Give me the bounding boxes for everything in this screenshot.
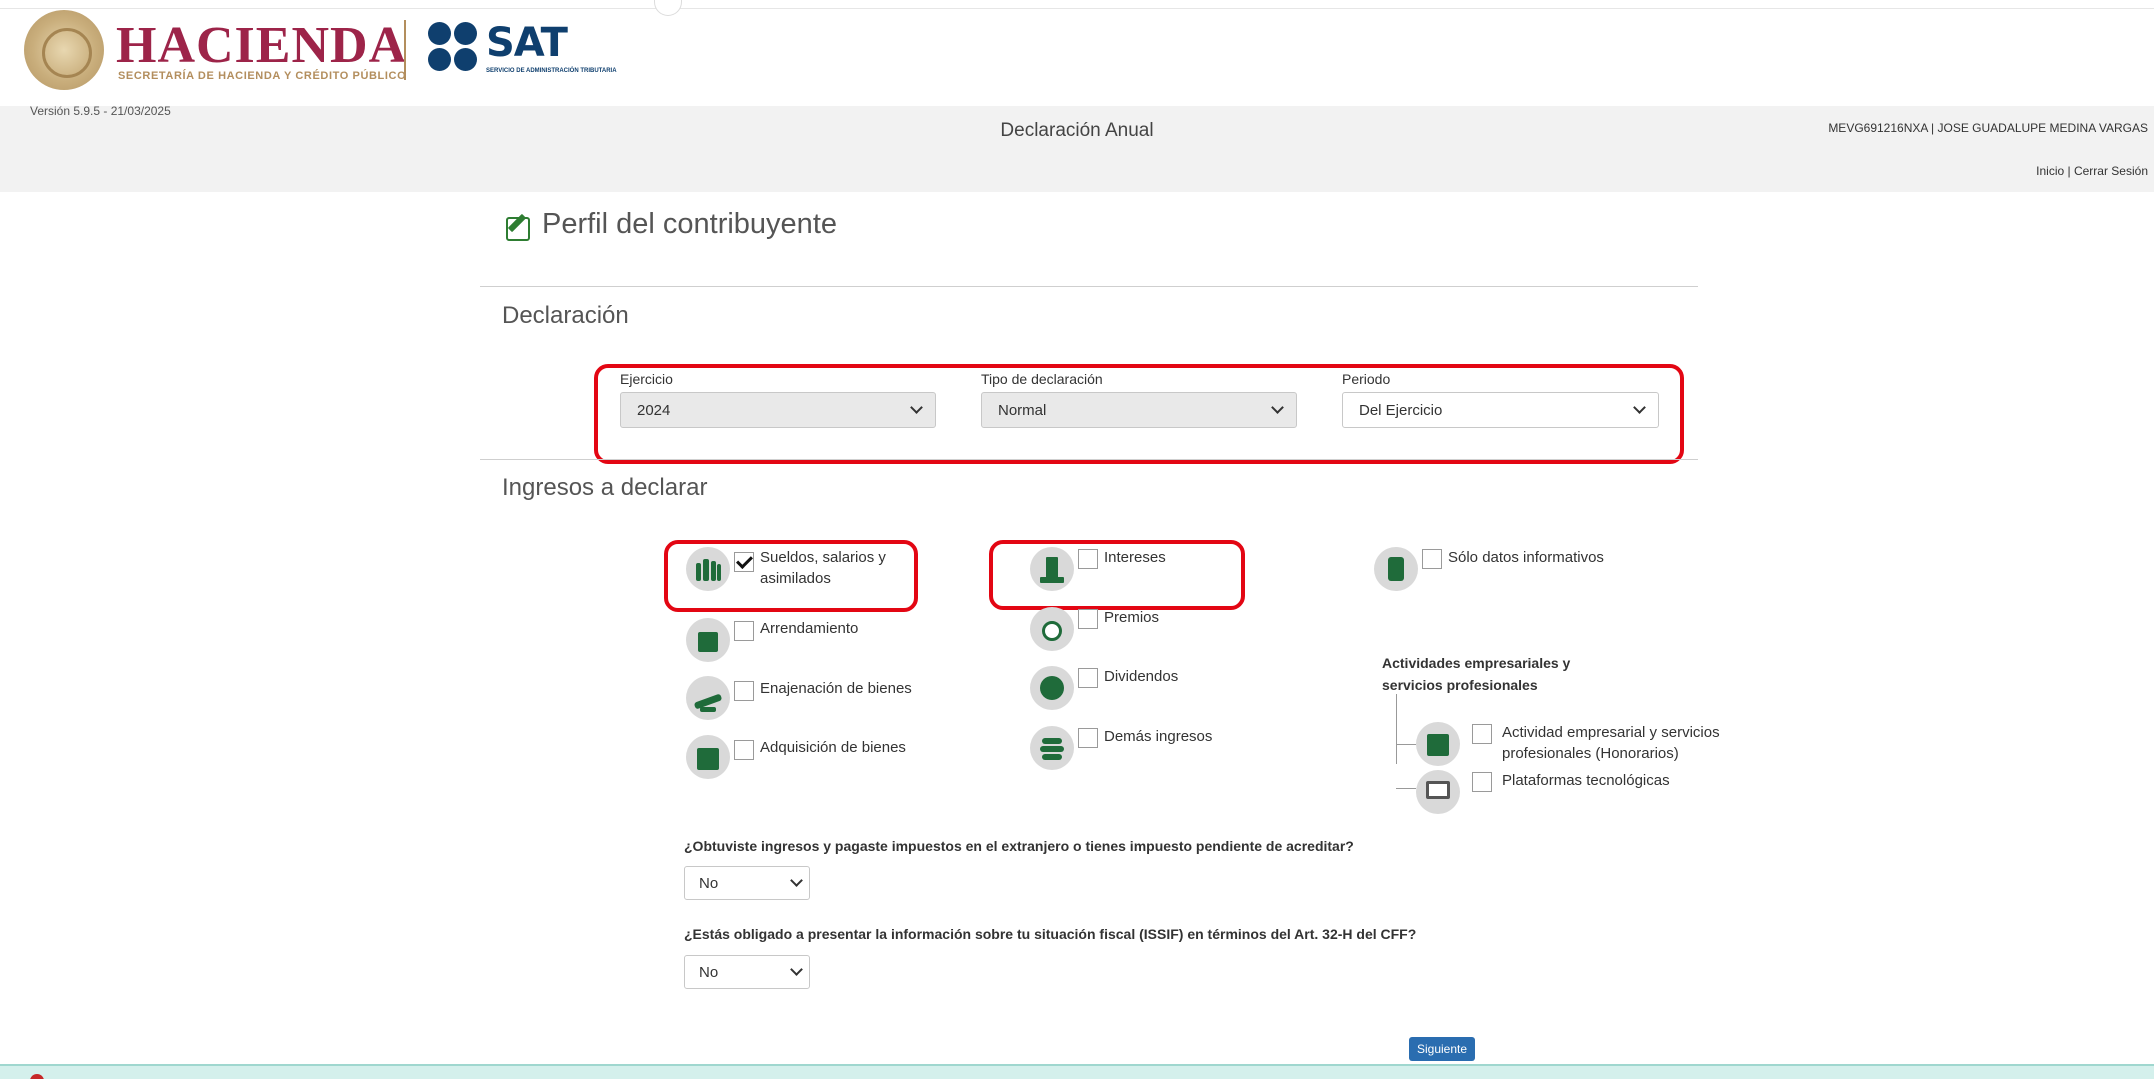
ingreso-intereses[interactable]: Intereses (1030, 547, 1166, 591)
chevron-down-icon (790, 874, 803, 887)
periodo-value: Del Ejercicio (1359, 401, 1443, 419)
chevron-down-icon (910, 401, 923, 414)
edit-icon (504, 211, 532, 241)
solo-datos-label: Sólo datos informativos (1448, 549, 1604, 566)
arrendamiento-label: Arrendamiento (760, 620, 859, 637)
extranjero-select[interactable]: No (684, 866, 810, 900)
question-issif: ¿Estás obligado a presentar la informaci… (684, 926, 1417, 942)
building-icon (686, 618, 730, 662)
chevron-down-icon (790, 963, 803, 976)
premios-checkbox[interactable] (1078, 609, 1098, 629)
demas-label: Demás ingresos (1104, 728, 1213, 745)
tree-line (1396, 694, 1397, 764)
extranjero-value: No (699, 874, 719, 892)
money-box-icon (686, 735, 730, 779)
actividades-group-title: Actividades empresariales y servicios pr… (1382, 655, 1571, 693)
sat-subtitle: SERVICIO DE ADMINISTRACIÓN TRIBUTARIA (486, 68, 617, 74)
divider (480, 286, 1698, 287)
section-title-ingresos: Ingresos a declarar (502, 474, 708, 501)
sueldos-label: Sueldos, salarios y asimilados (760, 549, 886, 587)
dividendos-checkbox[interactable] (1078, 668, 1098, 688)
ingreso-adquisicion[interactable]: Adquisición de bienes (686, 735, 906, 779)
logo-divider (404, 20, 406, 80)
plataformas-label: Plataformas tecnológicas (1502, 772, 1670, 789)
hacienda-logo-text: HACIENDA (116, 17, 408, 74)
ejercicio-value: 2024 (637, 401, 671, 419)
enajenacion-label: Enajenación de bienes (760, 680, 912, 697)
ingreso-actividad-empresarial[interactable]: Actividad empresarial y servicios profes… (1416, 722, 1742, 766)
actividad-empresarial-checkbox[interactable] (1472, 724, 1492, 744)
monitor-icon (1416, 770, 1460, 814)
actividad-empresarial-label: Actividad empresarial y servicios profes… (1502, 724, 1720, 762)
intereses-checkbox[interactable] (1078, 549, 1098, 569)
plataformas-checkbox[interactable] (1472, 772, 1492, 792)
sueldos-checkbox[interactable] (734, 552, 754, 572)
enajenacion-checkbox[interactable] (734, 681, 754, 701)
sat-logo-dots-icon (428, 22, 478, 72)
tipo-value: Normal (998, 401, 1047, 419)
workers-icon (686, 547, 730, 591)
ingreso-solo-datos[interactable]: Sólo datos informativos (1374, 547, 1604, 591)
top-divider (0, 8, 2154, 9)
ingreso-dividendos[interactable]: Dividendos (1030, 666, 1178, 710)
solo-datos-checkbox[interactable] (1422, 549, 1442, 569)
ejercicio-field: Ejercicio 2024 (620, 371, 936, 428)
handshake-icon (686, 676, 730, 720)
demas-checkbox[interactable] (1078, 728, 1098, 748)
chevron-down-icon (1271, 401, 1284, 414)
periodo-select[interactable]: Del Ejercicio (1342, 392, 1659, 428)
document-icon (1374, 547, 1418, 591)
hacienda-subtitle: SECRETARÍA DE HACIENDA Y CRÉDITO PÚBLICO (118, 70, 407, 82)
periodo-field: Periodo Del Ejercicio (1342, 371, 1659, 428)
ingreso-plataformas[interactable]: Plataformas tecnológicas (1416, 770, 1670, 814)
question-extranjero: ¿Obtuviste ingresos y pagaste impuestos … (684, 838, 1354, 854)
growth-chart-icon (1030, 547, 1074, 591)
intereses-label: Intereses (1104, 549, 1166, 566)
page-title-text: Perfil del contribuyente (542, 208, 837, 240)
storefront-icon (1416, 722, 1460, 766)
tipo-label: Tipo de declaración (981, 371, 1103, 387)
header-bar (0, 106, 2154, 192)
coat-of-arms-seal-icon (24, 10, 104, 90)
session-links[interactable]: Inicio | Cerrar Sesión (2036, 164, 2148, 178)
dividendos-label: Dividendos (1104, 668, 1179, 685)
footer-notification-bar (0, 1064, 2154, 1079)
ingreso-demas[interactable]: Demás ingresos (1030, 726, 1212, 770)
user-info: MEVG691216NXA | JOSE GUADALUPE MEDINA VA… (1828, 121, 2148, 135)
next-button[interactable]: Siguiente (1409, 1037, 1475, 1061)
tree-branch (1396, 744, 1416, 745)
adquisicion-label: Adquisición de bienes (760, 739, 906, 756)
premios-label: Premios (1104, 609, 1160, 626)
prize-medal-icon (1030, 607, 1074, 651)
tree-branch (1396, 788, 1416, 789)
coins-icon (1030, 726, 1074, 770)
page-title: Perfil del contribuyente (504, 208, 837, 241)
version-text: Versión 5.9.5 - 21/03/2025 (30, 104, 171, 118)
ingreso-sueldos[interactable]: Sueldos, salarios y asimilados (686, 547, 900, 591)
chevron-down-icon (1633, 401, 1646, 414)
divider (480, 459, 1698, 460)
periodo-label: Periodo (1342, 371, 1391, 387)
ingreso-enajenacion[interactable]: Enajenación de bienes (686, 676, 912, 720)
adquisicion-checkbox[interactable] (734, 740, 754, 760)
pie-chart-icon (1030, 666, 1074, 710)
tipo-field: Tipo de declaración Normal (981, 371, 1297, 428)
arrendamiento-checkbox[interactable] (734, 621, 754, 641)
issif-value: No (699, 963, 719, 981)
ejercicio-label: Ejercicio (620, 371, 673, 387)
ingreso-arrendamiento[interactable]: Arrendamiento (686, 618, 858, 662)
ejercicio-select[interactable]: 2024 (620, 392, 936, 428)
issif-select[interactable]: No (684, 955, 810, 989)
header-logos: HACIENDA SECRETARÍA DE HACIENDA Y CRÉDIT… (24, 10, 784, 100)
section-title-declaracion: Declaración (502, 302, 629, 329)
sat-logo-text: SAT (486, 20, 568, 66)
tipo-select[interactable]: Normal (981, 392, 1297, 428)
ingreso-premios[interactable]: Premios (1030, 607, 1159, 651)
